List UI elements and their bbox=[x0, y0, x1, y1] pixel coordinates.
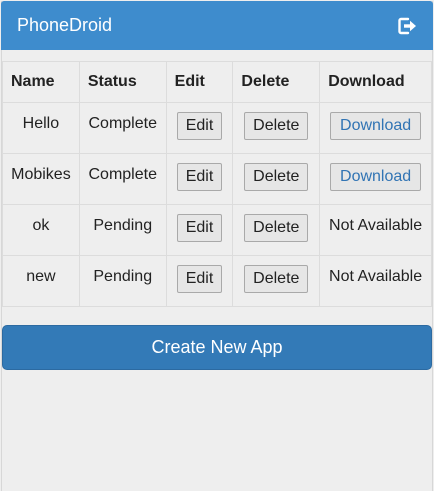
logout-button[interactable] bbox=[395, 14, 419, 38]
table-header-row: Name Status Edit Delete Download bbox=[2, 61, 432, 103]
delete-button[interactable]: Delete bbox=[244, 112, 309, 140]
create-new-app-button[interactable]: Create New App bbox=[2, 325, 432, 370]
edit-button[interactable]: Edit bbox=[176, 214, 223, 242]
app-status: Complete bbox=[78, 153, 167, 205]
logout-icon bbox=[398, 17, 416, 34]
download-cell: Download bbox=[319, 153, 432, 205]
app-name: ok bbox=[2, 204, 80, 256]
delete-cell: Delete bbox=[232, 204, 321, 256]
edit-cell: Edit bbox=[165, 102, 234, 154]
table-row: new Pending Edit Delete Not Available bbox=[2, 255, 432, 307]
app-name: new bbox=[2, 255, 80, 307]
app-name: Hello bbox=[2, 102, 80, 154]
table-row: Hello Complete Edit Delete Download bbox=[2, 102, 432, 154]
column-header-status: Status bbox=[78, 61, 167, 103]
download-cell: Download bbox=[319, 102, 432, 154]
edit-button[interactable]: Edit bbox=[176, 265, 223, 293]
column-header-download: Download bbox=[319, 61, 432, 103]
app-status: Pending bbox=[78, 255, 167, 307]
table-row: Mobikes Complete Edit Delete Download bbox=[2, 153, 432, 205]
column-header-delete: Delete bbox=[232, 61, 321, 103]
edit-button[interactable]: Edit bbox=[176, 163, 223, 191]
download-unavailable: Not Available bbox=[319, 204, 432, 256]
app-title[interactable]: PhoneDroid bbox=[17, 15, 112, 36]
download-button[interactable]: Download bbox=[330, 163, 422, 191]
edit-cell: Edit bbox=[165, 153, 234, 205]
delete-cell: Delete bbox=[232, 102, 321, 154]
delete-cell: Delete bbox=[232, 153, 321, 205]
column-header-edit: Edit bbox=[165, 61, 234, 103]
app-name: Mobikes bbox=[2, 153, 80, 205]
app-status: Complete bbox=[78, 102, 167, 154]
column-header-name: Name bbox=[2, 61, 80, 103]
delete-button[interactable]: Delete bbox=[244, 214, 309, 242]
edit-cell: Edit bbox=[165, 255, 234, 307]
apps-table: Name Status Edit Delete Download Hello C… bbox=[2, 61, 432, 307]
app-status: Pending bbox=[78, 204, 167, 256]
download-button[interactable]: Download bbox=[330, 112, 422, 140]
delete-button[interactable]: Delete bbox=[244, 265, 309, 293]
download-unavailable: Not Available bbox=[319, 255, 432, 307]
edit-cell: Edit bbox=[165, 204, 234, 256]
delete-button[interactable]: Delete bbox=[244, 163, 309, 191]
delete-cell: Delete bbox=[232, 255, 321, 307]
edit-button[interactable]: Edit bbox=[176, 112, 223, 140]
table-row: ok Pending Edit Delete Not Available bbox=[2, 204, 432, 256]
navbar: PhoneDroid bbox=[1, 1, 433, 50]
